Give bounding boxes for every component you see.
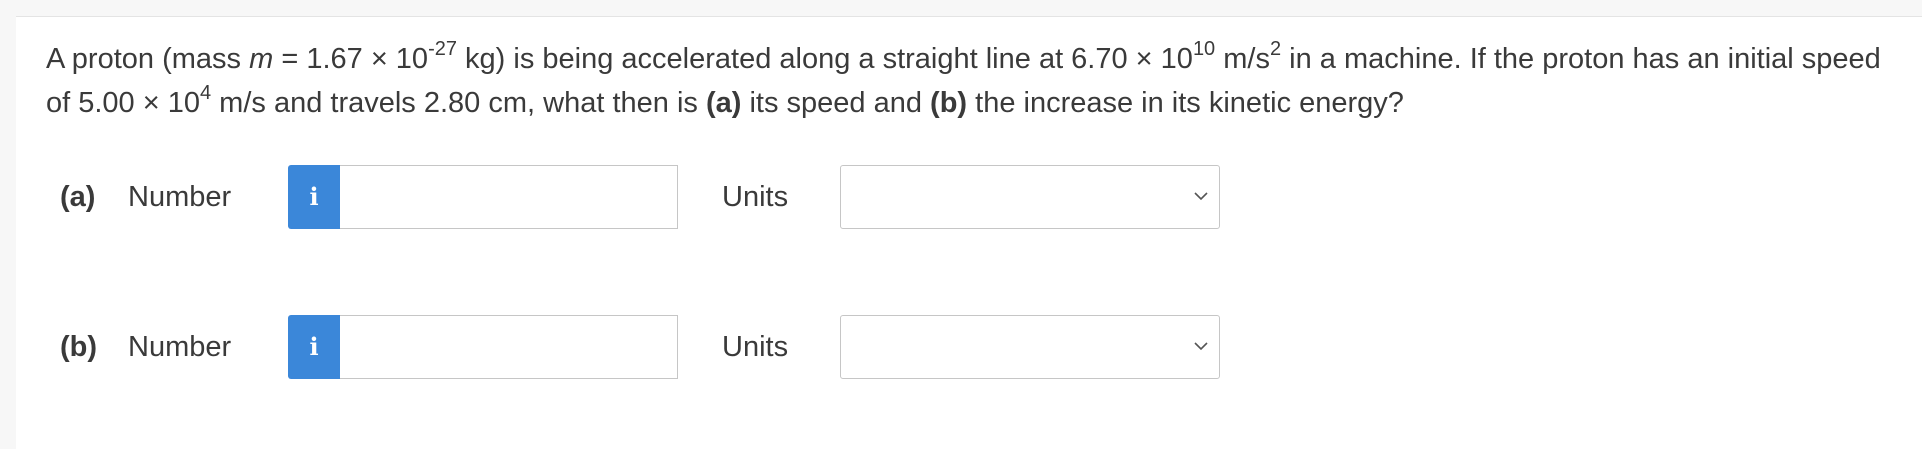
number-label-b: Number xyxy=(128,331,232,363)
info-button-b[interactable]: i xyxy=(288,315,340,379)
question-text: A proton (mass m = 1.67 × 10-27 kg) is b… xyxy=(46,37,1906,125)
part-a-reference: (a) xyxy=(705,87,742,119)
question-text-segment: A proton (mass xyxy=(46,43,250,75)
answer-row-a: (a) Number i Units xyxy=(16,165,1922,229)
part-b-label: (b) xyxy=(60,331,98,363)
number-input-a[interactable] xyxy=(340,165,678,229)
question-text-segment: kg) is being accelerated along a straigh… xyxy=(456,43,1193,75)
exponent: -27 xyxy=(428,38,457,61)
question-text-segment: m/s xyxy=(1215,43,1270,75)
part-b-reference: (b) xyxy=(930,87,968,119)
number-label-a: Number xyxy=(128,181,232,213)
exponent: 10 xyxy=(1192,38,1216,61)
question-text-segment: = 1.67 × 10 xyxy=(273,43,429,75)
units-label-a: Units xyxy=(722,181,789,213)
info-icon: i xyxy=(309,182,319,211)
answer-row-b: (b) Number i Units xyxy=(16,315,1922,379)
question-text-segment: its speed and xyxy=(741,87,931,119)
part-a-label: (a) xyxy=(60,181,96,213)
units-select-a[interactable] xyxy=(840,165,1220,229)
question-panel: A proton (mass m = 1.67 × 10-27 kg) is b… xyxy=(16,16,1922,449)
exponent: 4 xyxy=(200,82,212,105)
chevron-down-icon xyxy=(1194,192,1208,201)
info-icon: i xyxy=(309,332,319,361)
mass-variable: m xyxy=(249,43,274,75)
number-input-b[interactable] xyxy=(340,315,678,379)
question-text-segment: m/s and travels 2.80 cm, what then is xyxy=(211,87,706,119)
exponent: 2 xyxy=(1269,38,1282,61)
info-button-a[interactable]: i xyxy=(288,165,340,229)
question-text-segment: the increase in its kinetic energy? xyxy=(967,87,1404,119)
chevron-down-icon xyxy=(1194,342,1208,351)
units-label-b: Units xyxy=(722,331,789,363)
units-select-b[interactable] xyxy=(840,315,1220,379)
